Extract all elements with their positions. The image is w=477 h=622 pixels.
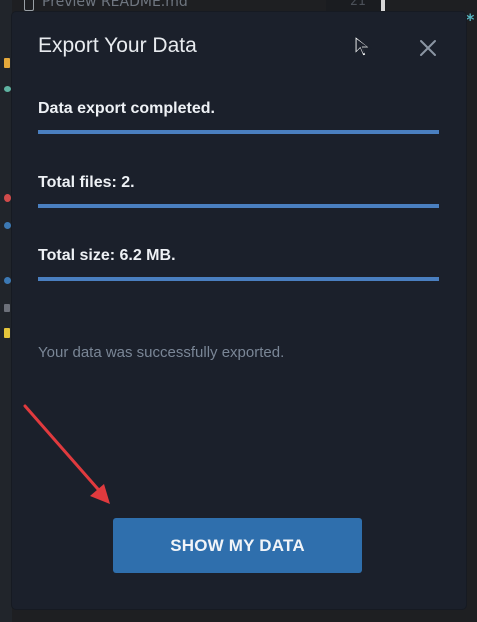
success-message: Your data was successfully exported. [38,344,285,361]
line-number: 21 [350,0,366,9]
sidebar-dot-icon [4,304,10,312]
dialog-title: Export Your Data [38,34,197,57]
export-dialog: Export Your Data Data export completed. … [12,12,466,609]
editor-tab-label[interactable]: Preview README.md [42,0,188,10]
total-size-text: Total size: 6.2 MB. [38,247,176,264]
sidebar-dot-icon [4,194,11,202]
show-my-data-button[interactable]: SHOW MY DATA [113,518,362,573]
total-size-line: Total size: 6.2 MB. [38,247,439,281]
close-icon[interactable] [416,36,440,60]
sidebar-dot-icon [4,328,10,338]
sidebar-dot-icon [4,222,11,229]
status-divider [38,130,439,134]
total-files-text: Total files: 2. [38,174,135,191]
size-divider [38,277,439,281]
files-divider [38,204,439,208]
sidebar-dot-icon [4,86,11,92]
red-arrow-annotation-icon [23,404,110,504]
sidebar-dot-icon [4,58,10,68]
modified-indicator-icon: * [466,10,475,29]
total-files-line: Total files: 2. [38,174,439,208]
export-status-line: Data export completed. [38,100,439,134]
export-status-text: Data export completed. [38,100,215,117]
file-icon [24,0,34,11]
mouse-pointer-icon [354,34,372,57]
sidebar-dot-icon [4,277,11,284]
